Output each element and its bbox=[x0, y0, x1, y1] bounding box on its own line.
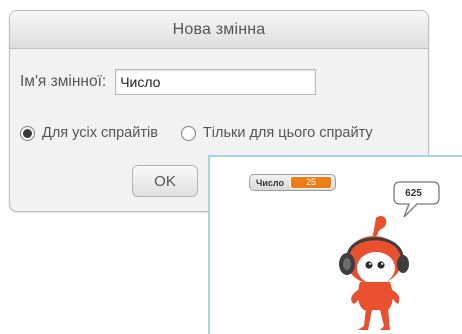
variable-name-row: Ім'я змінної: bbox=[20, 69, 317, 95]
dialog-title: Нова змінна bbox=[172, 20, 266, 38]
variable-monitor-value: 25 bbox=[289, 176, 332, 189]
scope-this-sprite-option[interactable]: Тільки для цього спрайту bbox=[180, 125, 373, 141]
scope-all-sprites-label: Для усіх спрайтів bbox=[42, 125, 158, 141]
speech-bubble-text: 625 bbox=[405, 188, 422, 199]
variable-monitor[interactable]: Число 25 bbox=[249, 174, 336, 191]
scope-this-sprite-label: Тільки для цього спрайту bbox=[202, 125, 373, 141]
variable-name-input[interactable] bbox=[115, 69, 317, 95]
stage: Число 25 625 bbox=[208, 155, 462, 334]
variable-monitor-name: Число bbox=[256, 177, 284, 188]
ok-button[interactable]: OK bbox=[132, 165, 198, 197]
sprite-character[interactable] bbox=[318, 212, 428, 334]
pico-sprite-icon bbox=[339, 216, 409, 330]
page: Нова змінна Ім'я змінної: Для усіх спрай… bbox=[0, 0, 462, 334]
radio-checked-icon[interactable] bbox=[20, 125, 35, 141]
scope-all-sprites-option[interactable]: Для усіх спрайтів bbox=[20, 125, 158, 141]
variable-name-label: Ім'я змінної: bbox=[20, 73, 107, 90]
radio-unchecked-icon[interactable] bbox=[180, 125, 196, 141]
dialog-header: Нова змінна bbox=[10, 11, 428, 49]
scope-options: Для усіх спрайтів Тільки для цього спрай… bbox=[20, 125, 373, 141]
